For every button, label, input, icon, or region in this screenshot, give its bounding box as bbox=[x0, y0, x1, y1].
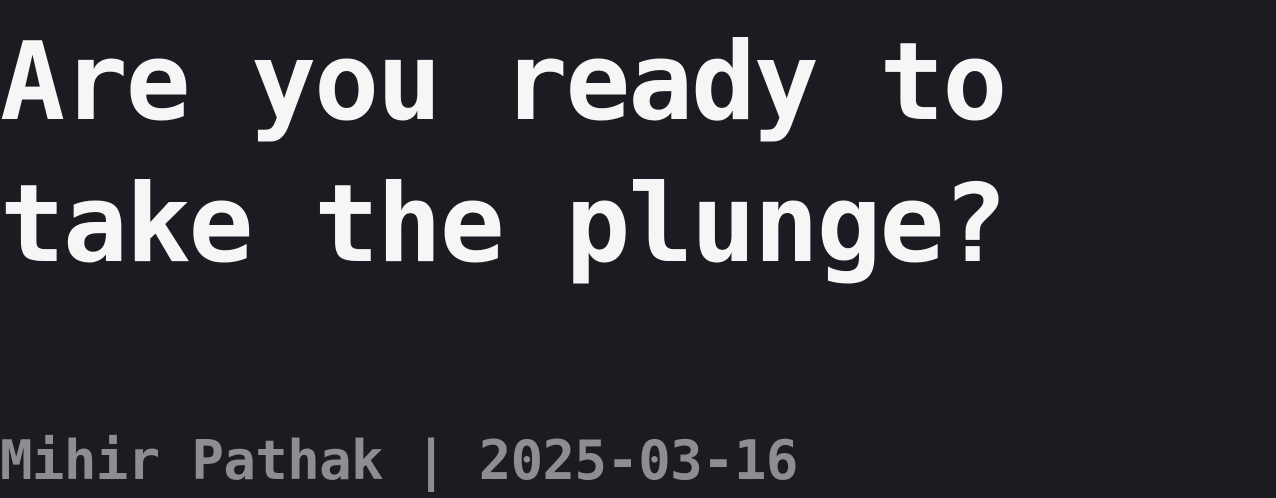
post-byline: Mihir Pathak | 2025-03-16 bbox=[0, 426, 798, 496]
post-title-line-2: take the plunge? bbox=[0, 162, 1007, 287]
byline-separator: | bbox=[414, 429, 448, 492]
post-title: Are you ready to take the plunge? bbox=[0, 12, 1276, 296]
post-title-line-1: Are you ready to bbox=[0, 20, 1007, 145]
post-date: 2025-03-16 bbox=[478, 429, 799, 492]
author-name: Mihir Pathak bbox=[0, 429, 384, 492]
